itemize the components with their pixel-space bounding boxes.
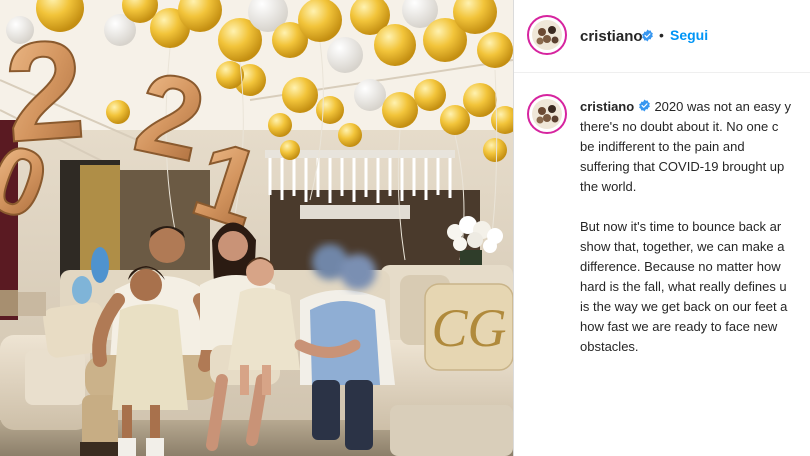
post-photo[interactable]: 2 0 2 1 CG xyxy=(0,0,513,456)
caption-line: obstacles. xyxy=(580,339,639,354)
caption-paragraph: But now it's time to bounce back ar show… xyxy=(580,217,810,357)
caption-line: But now it's time to bounce back ar xyxy=(580,219,782,234)
avatar-image xyxy=(532,20,562,50)
caption-line: difference. Because no matter how xyxy=(580,259,781,274)
follow-button[interactable]: Segui xyxy=(670,27,708,43)
profile-avatar[interactable] xyxy=(527,15,567,55)
family-photo-image: 2 0 2 1 CG xyxy=(0,0,513,456)
verified-badge-icon xyxy=(638,99,650,112)
username-link[interactable]: cristiano xyxy=(580,28,643,45)
caption-line: show that, together, we can make a xyxy=(580,239,785,254)
post-side-panel: cristiano • Segui cristiano 2020 was not… xyxy=(514,0,810,456)
verified-badge-icon xyxy=(642,29,653,42)
caption-paragraph: cristiano 2020 was not an easy y there's… xyxy=(580,97,810,197)
caption-line: suffering that COVID-19 brought up xyxy=(580,159,785,174)
post-caption: cristiano 2020 was not an easy y there's… xyxy=(580,97,810,377)
caption-line: 2020 was not an easy y xyxy=(654,99,792,114)
caption-line: is the way we get back on our feet a xyxy=(580,299,788,314)
caption-line: hard is the fall, what really defines u xyxy=(580,279,787,294)
separator-dot: • xyxy=(659,27,664,43)
pillow-monogram: CG xyxy=(424,283,513,371)
avatar-image xyxy=(532,99,562,129)
caption-line: there's no doubt about it. No one c xyxy=(580,119,779,134)
caption-avatar[interactable] xyxy=(527,94,567,134)
post-header: cristiano • Segui xyxy=(514,0,810,73)
caption-username[interactable]: cristiano xyxy=(580,99,634,114)
caption-line: the world. xyxy=(580,179,637,194)
pillow-monogram-text: CG xyxy=(431,298,506,358)
caption-line: be indifferent to the pain and xyxy=(580,139,745,154)
caption-line: how fast we are ready to face new xyxy=(580,319,778,334)
